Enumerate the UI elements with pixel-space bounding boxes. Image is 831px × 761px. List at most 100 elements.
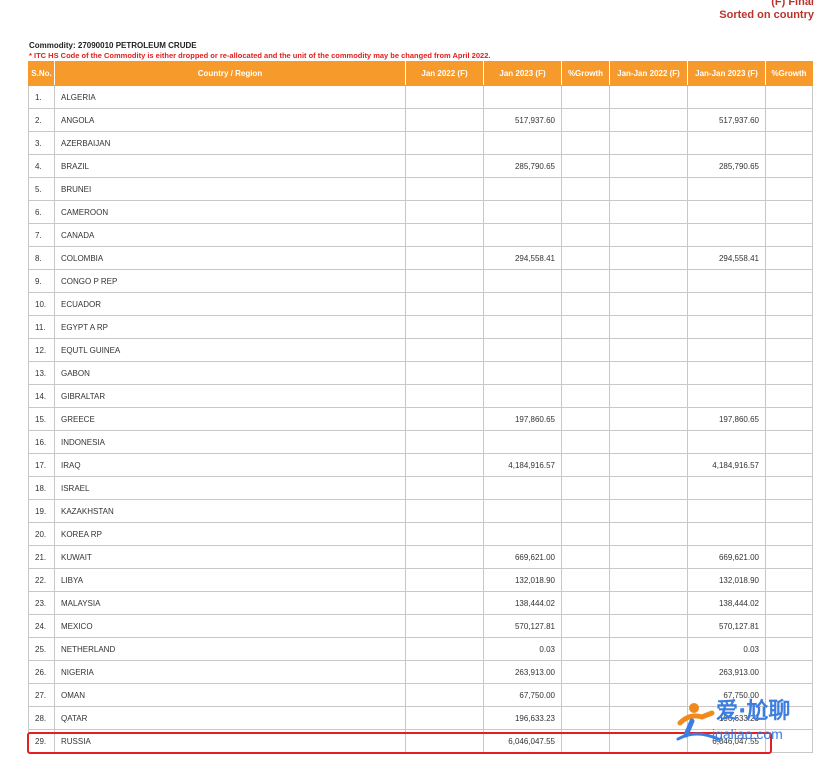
value-cell <box>765 499 813 523</box>
value-cell <box>765 591 813 615</box>
value-cell <box>765 200 813 224</box>
value-cell <box>561 177 610 201</box>
country-cell: BRUNEI <box>54 177 406 201</box>
value-cell <box>405 407 484 431</box>
value-cell <box>765 292 813 316</box>
value-cell <box>483 361 562 385</box>
country-cell: BRAZIL <box>54 154 406 178</box>
value-cell <box>405 200 484 224</box>
value-cell <box>765 637 813 661</box>
value-cell <box>561 384 610 408</box>
country-cell: KUWAIT <box>54 545 406 569</box>
value-cell: 132,018.90 <box>687 568 766 592</box>
serial-cell: 8. <box>28 246 55 270</box>
value-cell: 517,937.60 <box>483 108 562 132</box>
value-cell <box>609 545 688 569</box>
serial-cell: 27. <box>28 683 55 707</box>
value-cell <box>765 522 813 546</box>
value-cell <box>405 361 484 385</box>
value-cell <box>405 223 484 247</box>
value-cell <box>483 315 562 339</box>
table-row: 9. CONGO P REP <box>28 269 813 293</box>
country-cell: CANADA <box>54 223 406 247</box>
serial-cell: 9. <box>28 269 55 293</box>
value-cell <box>687 522 766 546</box>
value-cell <box>765 108 813 132</box>
value-cell: 570,127.81 <box>687 614 766 638</box>
value-cell <box>765 660 813 684</box>
serial-cell: 15. <box>28 407 55 431</box>
value-cell <box>765 568 813 592</box>
value-cell: 517,937.60 <box>687 108 766 132</box>
value-cell <box>405 315 484 339</box>
value-cell: 138,444.02 <box>483 591 562 615</box>
value-cell <box>483 522 562 546</box>
watermark-url: igaliao.com <box>712 726 783 742</box>
value-cell <box>609 200 688 224</box>
value-cell <box>405 430 484 454</box>
value-cell <box>405 453 484 477</box>
value-cell <box>483 430 562 454</box>
value-cell: 197,860.65 <box>687 407 766 431</box>
serial-cell: 3. <box>28 131 55 155</box>
value-cell: 4,184,916.57 <box>687 453 766 477</box>
value-cell <box>405 177 484 201</box>
watermark: 爱·尬聊 igaliao.com <box>672 693 822 749</box>
country-cell: MEXICO <box>54 614 406 638</box>
country-cell: CONGO P REP <box>54 269 406 293</box>
value-cell <box>561 85 610 109</box>
serial-cell: 6. <box>28 200 55 224</box>
serial-cell: 24. <box>28 614 55 638</box>
country-cell: MALAYSIA <box>54 591 406 615</box>
value-cell <box>765 131 813 155</box>
table-row: 10. ECUADOR <box>28 292 813 316</box>
table-row: 12. EQUTL GUINEA <box>28 338 813 362</box>
serial-cell: 4. <box>28 154 55 178</box>
country-cell: INDONESIA <box>54 430 406 454</box>
value-cell <box>483 499 562 523</box>
value-cell: 0.03 <box>483 637 562 661</box>
value-cell <box>561 660 610 684</box>
value-cell <box>561 315 610 339</box>
table-row: 2. ANGOLA 517,937.60 517,937.60 <box>28 108 813 132</box>
table-row: 3. AZERBAIJAN <box>28 131 813 155</box>
country-cell: EGYPT A RP <box>54 315 406 339</box>
value-cell <box>405 85 484 109</box>
value-cell: 669,621.00 <box>483 545 562 569</box>
final-label: (F) Final <box>771 0 814 8</box>
table-row: 13. GABON <box>28 361 813 385</box>
table-row: 26. NIGERIA 263,913.00 263,913.00 <box>28 660 813 684</box>
serial-cell: 26. <box>28 660 55 684</box>
serial-cell: 21. <box>28 545 55 569</box>
value-cell <box>405 545 484 569</box>
value-cell <box>405 269 484 293</box>
value-cell: 4,184,916.57 <box>483 453 562 477</box>
value-cell <box>561 568 610 592</box>
value-cell <box>561 591 610 615</box>
value-cell <box>405 660 484 684</box>
country-cell: ANGOLA <box>54 108 406 132</box>
value-cell <box>609 269 688 293</box>
table-row: 6. CAMEROON <box>28 200 813 224</box>
table-row: 23. MALAYSIA 138,444.02 138,444.02 <box>28 591 813 615</box>
country-cell: ALGERIA <box>54 85 406 109</box>
serial-cell: 2. <box>28 108 55 132</box>
value-cell <box>609 361 688 385</box>
value-cell <box>609 177 688 201</box>
value-cell: 294,558.41 <box>687 246 766 270</box>
country-cell: EQUTL GUINEA <box>54 338 406 362</box>
value-cell <box>765 453 813 477</box>
country-cell: KOREA RP <box>54 522 406 546</box>
value-cell <box>687 361 766 385</box>
serial-cell: 28. <box>28 706 55 730</box>
value-cell <box>687 177 766 201</box>
value-cell <box>405 338 484 362</box>
table-row: 5. BRUNEI <box>28 177 813 201</box>
value-cell <box>561 476 610 500</box>
commodity-title: Commodity: 27090010 PETROLEUM CRUDE <box>29 41 197 50</box>
value-cell <box>609 568 688 592</box>
value-cell <box>609 591 688 615</box>
value-cell <box>609 614 688 638</box>
value-cell <box>609 384 688 408</box>
value-cell <box>561 246 610 270</box>
